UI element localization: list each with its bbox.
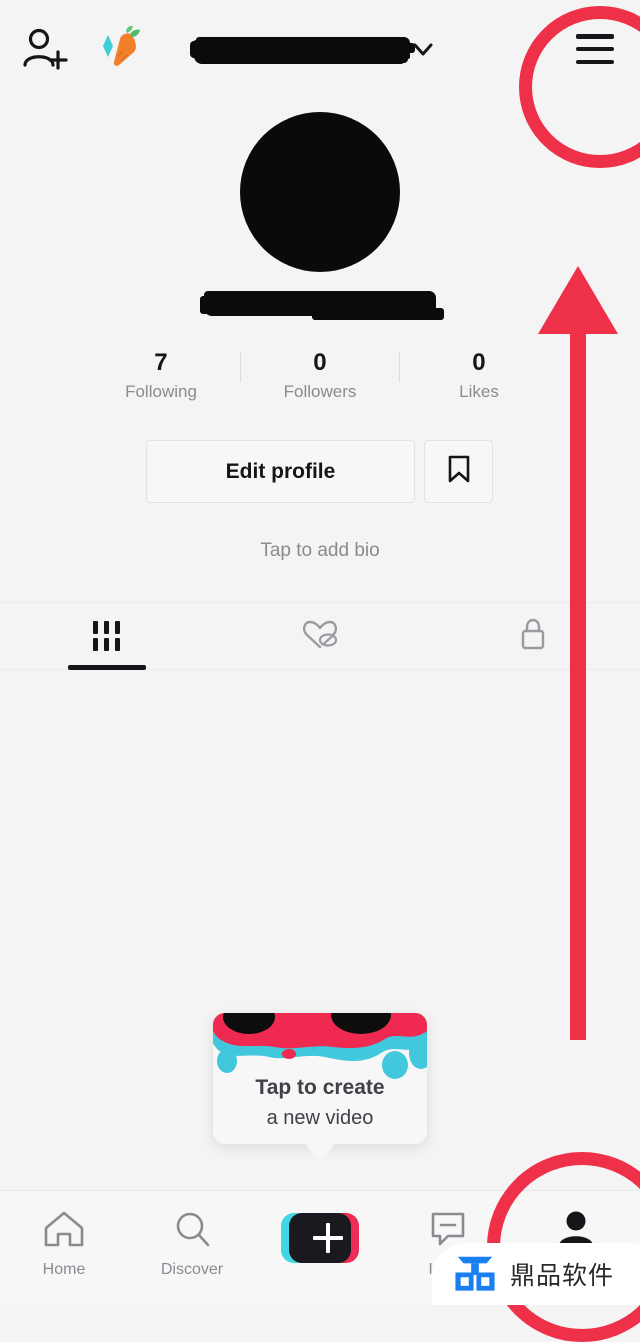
tooltip-text: Tap to create a new video: [213, 1073, 427, 1133]
nav-item-discover[interactable]: Discover: [128, 1191, 256, 1279]
bio-placeholder[interactable]: Tap to add bio: [0, 540, 640, 562]
ding-logo-icon: [454, 1251, 496, 1298]
nav-label: Home: [42, 1261, 86, 1278]
create-video-tooltip[interactable]: Tap to create a new video: [213, 1013, 427, 1144]
add-person-icon[interactable]: [22, 28, 68, 70]
stat-label: Likes: [459, 382, 499, 401]
stat-label: Following: [125, 382, 197, 401]
tab-active-underline: [67, 665, 146, 670]
username-title[interactable]: [redacted]: [190, 30, 436, 70]
username-redacted-bar: [redacted]: [190, 37, 415, 63]
stat-likes[interactable]: 0 Likes: [400, 348, 558, 404]
bookmark-icon: [446, 454, 472, 489]
avatar[interactable]: [240, 112, 400, 272]
handle-redacted-bar: [200, 291, 444, 320]
grid-icon: [93, 621, 121, 651]
stat-following[interactable]: 7 Following: [82, 348, 240, 404]
stat-value: 7: [154, 349, 168, 376]
profile-tabs: [0, 602, 640, 670]
tooltip-line-1: Tap to create: [255, 1076, 385, 1099]
tooltip-tail: [304, 1142, 336, 1164]
home-icon: [42, 1209, 86, 1254]
top-bar: [redacted]: [0, 0, 640, 95]
watermark: 鼎品软件: [432, 1243, 640, 1305]
tab-liked-hidden[interactable]: [213, 603, 426, 669]
lock-icon: [517, 616, 549, 657]
chevron-down-icon[interactable]: [410, 36, 436, 62]
tab-private[interactable]: [427, 603, 640, 669]
stat-label: Followers: [283, 382, 357, 401]
stats-row: 7 Following 0 Followers 0 Likes: [82, 348, 558, 406]
heart-hidden-icon: [300, 616, 340, 657]
create-core: [289, 1213, 351, 1263]
create-plus-button[interactable]: [281, 1213, 359, 1263]
tab-videos[interactable]: [0, 603, 213, 670]
search-icon: [170, 1209, 214, 1254]
watermark-text: 鼎品软件: [510, 1261, 615, 1290]
profile-actions: Edit profile: [146, 440, 494, 503]
edit-profile-button[interactable]: Edit profile: [146, 440, 415, 503]
red-arrow-shaft: [570, 330, 586, 1040]
hamburger-menu-icon[interactable]: [576, 34, 614, 64]
plus-icon-v: [326, 1223, 330, 1253]
stat-followers[interactable]: 0 Followers: [241, 348, 399, 404]
carrot-sparkle-icon[interactable]: [96, 25, 142, 72]
nav-item-create[interactable]: [256, 1191, 384, 1263]
bookmark-button[interactable]: [424, 440, 493, 503]
nav-item-home[interactable]: Home: [0, 1191, 128, 1279]
nav-label: Discover: [160, 1261, 224, 1278]
tooltip-line-2: a new video: [266, 1107, 374, 1129]
stat-value: 0: [313, 349, 327, 376]
red-arrow-head: [538, 266, 618, 334]
tiktok-profile-screen: [redacted] 7 Following 0 Followers 0 Lik…: [0, 0, 640, 1342]
stat-value: 0: [472, 349, 486, 376]
